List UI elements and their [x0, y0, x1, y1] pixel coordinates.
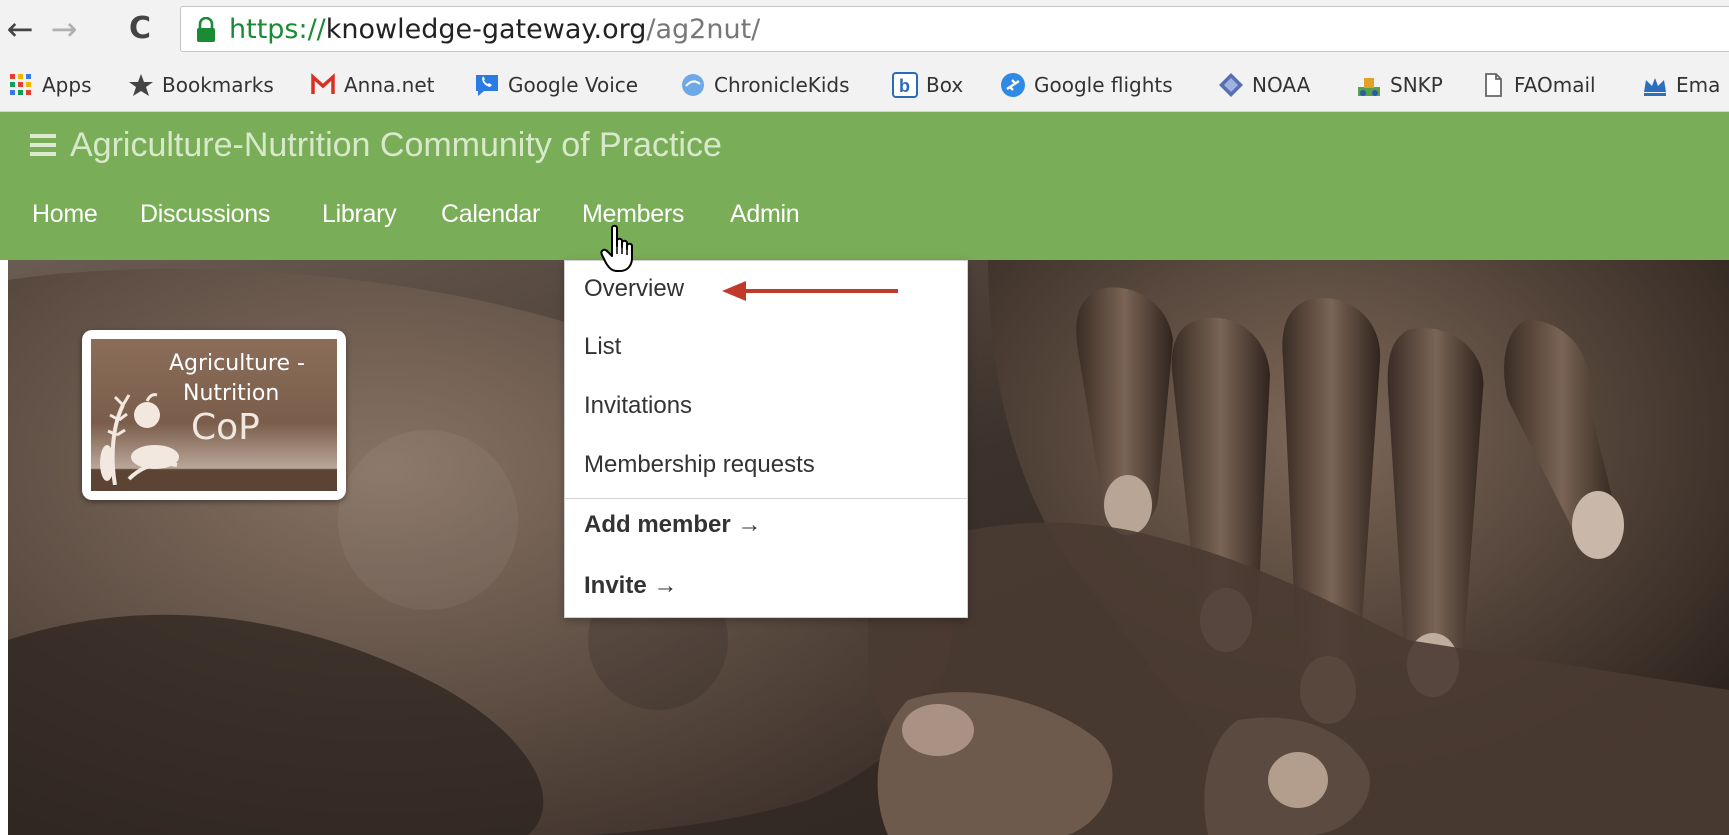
bookmark-anna-net[interactable]: Anna.net	[310, 68, 434, 102]
diamond-icon	[1218, 72, 1244, 98]
bookmark-label: NOAA	[1252, 73, 1311, 97]
menu-item-overview[interactable]: Overview	[584, 275, 684, 303]
members-dropdown-menu: Overview List Invitations Membership req…	[564, 260, 968, 618]
url-text: https://knowledge-gateway.org/ag2nut/	[229, 14, 760, 46]
bookmark-label: Google Voice	[508, 73, 639, 97]
document-icon	[1480, 72, 1506, 98]
menu-item-list[interactable]: List	[584, 333, 621, 361]
bookmark-google-voice[interactable]: Google Voice	[474, 68, 638, 102]
bookmark-label: Apps	[42, 73, 92, 97]
globe-icon	[680, 72, 706, 98]
bookmark-chroniclekids[interactable]: ChronicleKids	[680, 68, 850, 102]
menu-item-membership-requests[interactable]: Membership requests	[584, 451, 815, 479]
bookmark-label: FAOmail	[1514, 73, 1596, 97]
bookmark-snkp[interactable]: SNKP	[1356, 68, 1443, 102]
site-title[interactable]: Agriculture-Nutrition Community of Pract…	[70, 126, 722, 165]
bookmark-label: Google flights	[1034, 73, 1173, 97]
menu-item-invite[interactable]: Invite →	[584, 572, 677, 600]
bookmark-faomail[interactable]: FAOmail	[1480, 68, 1596, 102]
hamburger-menu-icon[interactable]	[30, 134, 56, 156]
nav-discussions[interactable]: Discussions	[140, 200, 270, 229]
box-icon: b	[892, 72, 918, 98]
forward-arrow-icon[interactable]: →	[46, 9, 82, 49]
menu-item-add-member[interactable]: Add member →	[584, 511, 761, 539]
bookmark-bookmarks[interactable]: Bookmarks	[128, 68, 274, 102]
annotation-arrow-icon	[722, 281, 898, 301]
hand-cursor-icon	[600, 224, 633, 272]
menu-item-invitations[interactable]: Invitations	[584, 392, 692, 420]
logo-line-nutrition: Nutrition	[183, 381, 280, 406]
produce-illustration-icon	[100, 393, 179, 485]
address-bar[interactable]: https://knowledge-gateway.org/ag2nut/	[180, 6, 1729, 52]
menu-divider	[565, 498, 967, 499]
screenshot: ← → C https://knowledge-gateway.org/ag2n…	[0, 0, 1729, 835]
phone-icon	[474, 72, 500, 98]
nav-library[interactable]: Library	[322, 200, 397, 229]
gmail-icon	[310, 72, 336, 98]
bookmark-label: Bookmarks	[162, 73, 274, 97]
bookmark-label: Anna.net	[344, 73, 435, 97]
url-scheme: https://	[229, 14, 326, 45]
bookmark-google-flights[interactable]: Google flights	[1000, 68, 1173, 102]
bookmark-ema[interactable]: Ema	[1642, 68, 1720, 102]
bookmark-box[interactable]: b Box	[892, 68, 963, 102]
star-icon	[128, 72, 154, 98]
apps-grid-icon	[8, 72, 34, 98]
lock-icon	[197, 17, 215, 42]
logo-line-agriculture: Agriculture -	[169, 351, 305, 376]
bookmark-label: ChronicleKids	[714, 73, 850, 97]
nav-admin[interactable]: Admin	[730, 200, 800, 229]
community-logo[interactable]: Agriculture - Nutrition CoP	[82, 330, 346, 500]
bookmark-apps[interactable]: Apps	[8, 68, 92, 102]
back-arrow-icon[interactable]: ←	[2, 9, 38, 49]
nav-calendar[interactable]: Calendar	[441, 200, 540, 229]
bookmark-label: Box	[926, 73, 964, 97]
bookmarks-bar: Apps Bookmarks Anna.net Google Voice Chr…	[0, 60, 1729, 112]
logo-line-cop: CoP	[191, 407, 260, 448]
reload-icon[interactable]: C	[122, 9, 158, 49]
logo-badge: Agriculture - Nutrition CoP	[91, 339, 337, 491]
bookmark-label: Ema	[1676, 73, 1721, 97]
bookmark-label: SNKP	[1390, 73, 1443, 97]
farm-icon	[1356, 72, 1382, 98]
nav-home[interactable]: Home	[32, 200, 98, 229]
crown-icon	[1642, 72, 1668, 98]
flight-icon	[1000, 72, 1026, 98]
url-path: /ag2nut/	[646, 14, 761, 45]
browser-toolbar: ← → C https://knowledge-gateway.org/ag2n…	[0, 0, 1729, 60]
svg-text:b: b	[899, 76, 910, 96]
url-host: knowledge-gateway.org	[325, 14, 647, 45]
site-header: Agriculture-Nutrition Community of Pract…	[0, 112, 1729, 260]
bookmark-noaa[interactable]: NOAA	[1218, 68, 1310, 102]
